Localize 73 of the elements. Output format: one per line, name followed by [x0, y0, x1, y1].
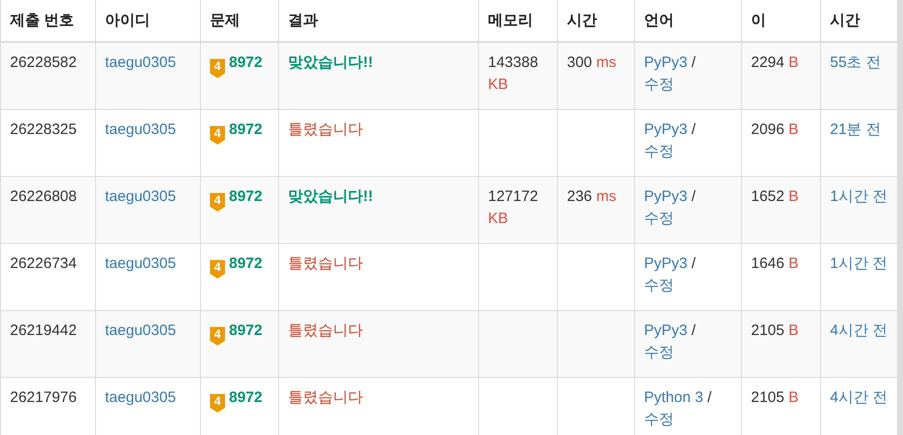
- memory-value: 143388: [488, 54, 538, 71]
- time-value: 236: [567, 188, 592, 204]
- tier-badge-icon: 4: [210, 394, 225, 412]
- separator: /: [692, 188, 696, 204]
- result-text: 틀렸습니다: [288, 254, 363, 272]
- result-text: 틀렸습니다: [288, 120, 363, 138]
- language-link[interactable]: Python 3: [644, 388, 704, 406]
- code-length-value: 1652: [751, 188, 784, 204]
- edit-link[interactable]: 수정: [644, 344, 674, 360]
- language-link[interactable]: PyPy3: [644, 254, 688, 272]
- result-text: 틀렸습니다: [288, 388, 363, 406]
- language-link[interactable]: PyPy3: [644, 54, 688, 71]
- user-link[interactable]: taegu0305: [105, 188, 176, 204]
- tier-badge-icon: 4: [210, 260, 225, 278]
- tier-badge-icon: 4: [210, 326, 225, 346]
- user-link[interactable]: taegu0305: [105, 254, 176, 272]
- edit-link[interactable]: 수정: [644, 410, 674, 428]
- code-length-value: 2096: [751, 120, 784, 138]
- problem-link[interactable]: 8972: [229, 54, 262, 71]
- time-value: 300: [567, 54, 592, 71]
- time-unit: ms: [596, 54, 616, 71]
- code-length-unit: B: [788, 188, 799, 204]
- problem-link[interactable]: 8972: [229, 120, 262, 138]
- code-length-unit: B: [788, 254, 799, 272]
- separator: /: [707, 388, 712, 406]
- problem-link[interactable]: 8972: [229, 388, 262, 406]
- separator: /: [692, 120, 696, 138]
- separator: /: [692, 54, 696, 71]
- tier-badge-icon: 4: [210, 59, 225, 78]
- language-link[interactable]: PyPy3: [644, 322, 688, 338]
- user-link[interactable]: taegu0305: [105, 120, 176, 138]
- submission-id: 26226734: [10, 254, 77, 272]
- submitted-time-link[interactable]: 1시간 전: [830, 188, 888, 204]
- submission-id: 26228582: [10, 54, 77, 71]
- submitted-time-link[interactable]: 21분 전: [830, 120, 881, 138]
- separator: /: [692, 254, 696, 272]
- edit-link[interactable]: 수정: [644, 76, 674, 93]
- code-length-unit: B: [788, 54, 799, 71]
- edit-link[interactable]: 수정: [644, 276, 674, 294]
- code-length-unit: B: [788, 120, 799, 138]
- code-length-unit: B: [788, 388, 799, 406]
- user-link[interactable]: taegu0305: [105, 54, 176, 71]
- submission-id: 26226808: [10, 188, 77, 204]
- problem-link[interactable]: 8972: [229, 254, 262, 272]
- problem-link[interactable]: 8972: [229, 322, 262, 338]
- submitted-time-link[interactable]: 1시간 전: [830, 254, 888, 272]
- result-text: 틀렸습니다: [288, 322, 363, 338]
- code-length-value: 2294: [751, 54, 784, 71]
- user-link[interactable]: taegu0305: [105, 388, 176, 406]
- language-link[interactable]: PyPy3: [644, 188, 688, 204]
- submitted-time-link[interactable]: 55초 전: [830, 54, 881, 71]
- submission-id: 26219442: [10, 322, 77, 338]
- code-length-value: 2105: [751, 388, 784, 406]
- separator: /: [692, 322, 696, 338]
- language-link[interactable]: PyPy3: [644, 120, 688, 138]
- problem-link[interactable]: 8972: [229, 188, 262, 204]
- time-unit: ms: [596, 188, 616, 204]
- edit-link[interactable]: 수정: [644, 142, 674, 160]
- code-length-value: 2105: [751, 322, 784, 338]
- edit-link[interactable]: 수정: [644, 210, 674, 226]
- submission-id: 26228325: [10, 120, 77, 138]
- result-text: 맞았습니다!!: [288, 54, 373, 71]
- submission-id: 26217976: [10, 388, 77, 406]
- result-text: 맞았습니다!!: [288, 188, 373, 204]
- code-length-unit: B: [788, 322, 799, 338]
- memory-value: 127172: [488, 188, 538, 204]
- tier-badge-icon: 4: [210, 192, 225, 212]
- memory-unit: KB: [488, 76, 508, 93]
- memory-unit: KB: [488, 210, 508, 226]
- submitted-time-link[interactable]: 4시간 전: [830, 322, 888, 338]
- tier-badge-icon: 4: [210, 126, 225, 144]
- user-link[interactable]: taegu0305: [105, 322, 176, 338]
- code-length-value: 1646: [751, 254, 784, 272]
